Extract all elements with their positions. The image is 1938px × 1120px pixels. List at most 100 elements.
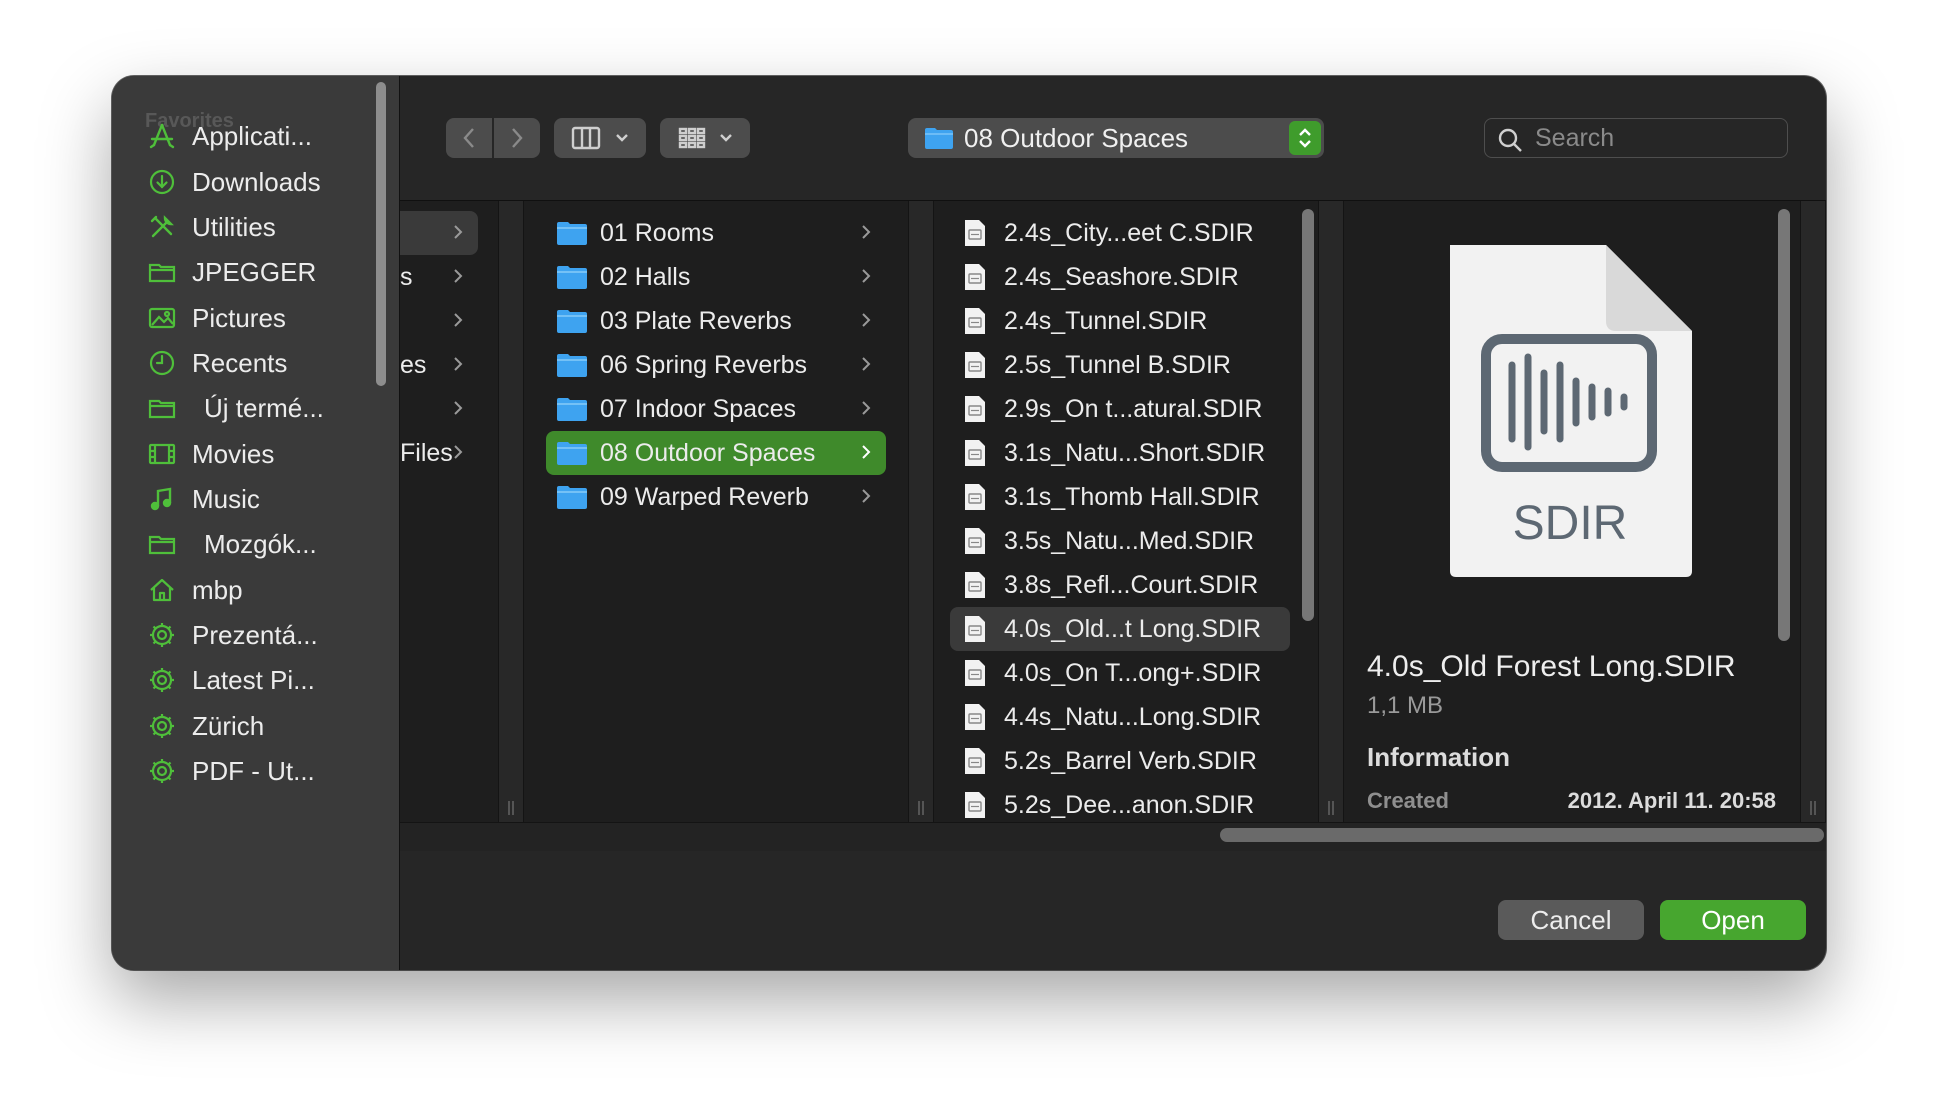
file-row[interactable]: 2.4s_Tunnel.SDIR (950, 299, 1290, 343)
file-row-selected[interactable]: 4.0s_Old...t Long.SDIR (950, 607, 1290, 651)
file-row[interactable]: 5.2s_Barrel Verb.SDIR (950, 739, 1290, 783)
file-row[interactable]: 3.1s_Thomb Hall.SDIR (950, 475, 1290, 519)
column-browser: s es Files 01 Rooms 02 Halls 03 Plate Re… (400, 200, 1826, 823)
file-row[interactable]: 2.9s_On t...atural.SDIR (950, 387, 1290, 431)
sidebar-item-mbp[interactable]: mbp (146, 566, 366, 614)
folder-row[interactable]: 06 Spring Reverbs (546, 343, 886, 387)
folder-row[interactable]: 09 Warped Reverb (546, 475, 886, 519)
column-1-row[interactable] (400, 387, 478, 431)
sidebar-item-label: Downloads (192, 166, 321, 197)
chevron-right-icon (454, 313, 463, 327)
column-1-row[interactable] (400, 211, 478, 255)
sidebar-scrollbar[interactable] (376, 82, 386, 386)
preview-scrollbar[interactable] (1778, 209, 1790, 641)
gear-icon (146, 755, 178, 787)
sidebar-item-music[interactable]: Music (146, 475, 366, 523)
folder-icon (557, 486, 587, 509)
preview-file-size: 1,1 MB (1367, 692, 1444, 719)
back-button[interactable] (446, 118, 492, 158)
open-button[interactable]: Open (1660, 900, 1806, 940)
sidebar-item-label: Latest Pi... (192, 664, 315, 695)
column-resize-handle[interactable] (498, 201, 524, 823)
file-label: 4.4s_Natu...Long.SDIR (1004, 702, 1262, 731)
sidebar-item-jpegger[interactable]: JPEGGER (146, 248, 366, 296)
folder-row[interactable]: 07 Indoor Spaces (546, 387, 886, 431)
sidebar-item-label: Applicati... (192, 120, 312, 151)
column-resize-handle[interactable] (1318, 201, 1344, 823)
created-label: Created (1367, 788, 1449, 813)
file-row[interactable]: 3.1s_Natu...Short.SDIR (950, 431, 1290, 475)
file-label: 2.5s_Tunnel B.SDIR (1004, 350, 1231, 379)
forward-button[interactable] (494, 118, 540, 158)
up-down-chevron-icon (1299, 128, 1311, 148)
recents-icon (146, 347, 178, 379)
column-resize-handle[interactable] (908, 201, 934, 823)
sidebar-item-pdf-ut[interactable]: PDF - Ut... (146, 747, 366, 795)
file-row[interactable]: 3.8s_Refl...Court.SDIR (950, 563, 1290, 607)
applications-icon (146, 120, 178, 152)
group-by-button[interactable] (660, 118, 750, 158)
document-icon (965, 704, 985, 730)
sidebar-item-mozgok[interactable]: Mozgók... (146, 520, 366, 568)
movies-icon (146, 438, 178, 470)
document-icon (965, 660, 985, 686)
column-resize-handle[interactable] (1800, 201, 1826, 823)
document-icon (965, 484, 985, 510)
folder-icon (557, 222, 587, 245)
file-row[interactable]: 4.4s_Natu...Long.SDIR (950, 695, 1290, 739)
sidebar-item-pictures[interactable]: Pictures (146, 294, 366, 342)
sidebar-item-zurich[interactable]: Zürich (146, 702, 366, 750)
view-mode-button[interactable] (554, 118, 646, 158)
sidebar-item-uj-termek[interactable]: Új termé... (146, 384, 366, 432)
sidebar-item-prezenta[interactable]: Prezentá... (146, 611, 366, 659)
sidebar-item-utilities[interactable]: Utilities (146, 203, 366, 251)
sidebar-item-latest-pi[interactable]: Latest Pi... (146, 656, 366, 704)
grid-icon (678, 127, 706, 149)
file-row[interactable]: 2.5s_Tunnel B.SDIR (950, 343, 1290, 387)
sidebar-item-label: Utilities (192, 211, 276, 242)
sidebar-item-recents[interactable]: Recents (146, 339, 366, 387)
folder-row[interactable]: 01 Rooms (546, 211, 886, 255)
folder-row[interactable]: 03 Plate Reverbs (546, 299, 886, 343)
gear-icon (146, 664, 178, 696)
chevron-right-icon (862, 489, 871, 503)
folder-row[interactable]: 02 Halls (546, 255, 886, 299)
sidebar-item-label: Prezentá... (192, 619, 318, 650)
document-icon (965, 792, 985, 818)
document-icon (965, 616, 985, 642)
horizontal-scrollbar[interactable] (1220, 828, 1824, 842)
home-icon (146, 574, 178, 606)
search-field[interactable]: Search (1484, 118, 1788, 158)
path-popup[interactable]: 08 Outdoor Spaces (908, 118, 1324, 158)
file-label: 3.1s_Thomb Hall.SDIR (1004, 482, 1260, 511)
column-1-row[interactable] (400, 299, 478, 343)
folder-icon (146, 528, 178, 560)
folder-label: 02 Halls (600, 262, 691, 291)
folder-icon (557, 398, 587, 421)
file-label: 4.0s_On T...ong+.SDIR (1004, 658, 1262, 687)
column-1: s es Files (400, 201, 500, 823)
folder-row-selected[interactable]: 08 Outdoor Spaces (546, 431, 886, 475)
path-stepper[interactable] (1289, 121, 1321, 155)
search-icon (1498, 128, 1522, 152)
sidebar-item-applications[interactable]: Applicati... (146, 112, 366, 160)
file-row[interactable]: 3.5s_Natu...Med.SDIR (950, 519, 1290, 563)
column-1-row[interactable]: es (400, 343, 478, 387)
file-row[interactable]: 5.2s_Dee...anon.SDIR (950, 783, 1290, 827)
chevron-right-icon (862, 269, 871, 283)
folder-icon (557, 442, 587, 465)
sidebar-item-downloads[interactable]: Downloads (146, 158, 366, 206)
file-row[interactable]: 4.0s_On T...ong+.SDIR (950, 651, 1290, 695)
file-row[interactable]: 2.4s_Seashore.SDIR (950, 255, 1290, 299)
column-1-row[interactable]: Files (400, 431, 478, 475)
downloads-icon (146, 166, 178, 198)
document-icon (965, 264, 985, 290)
sidebar-item-movies[interactable]: Movies (146, 430, 366, 478)
file-list-scrollbar[interactable] (1302, 209, 1314, 621)
file-row[interactable]: 2.4s_City...eet C.SDIR (950, 211, 1290, 255)
cancel-button[interactable]: Cancel (1498, 900, 1644, 940)
sidebar-item-label: JPEGGER (192, 256, 317, 287)
folder-icon (146, 392, 178, 424)
column-1-row[interactable]: s (400, 255, 478, 299)
resize-grip (1810, 801, 1816, 815)
